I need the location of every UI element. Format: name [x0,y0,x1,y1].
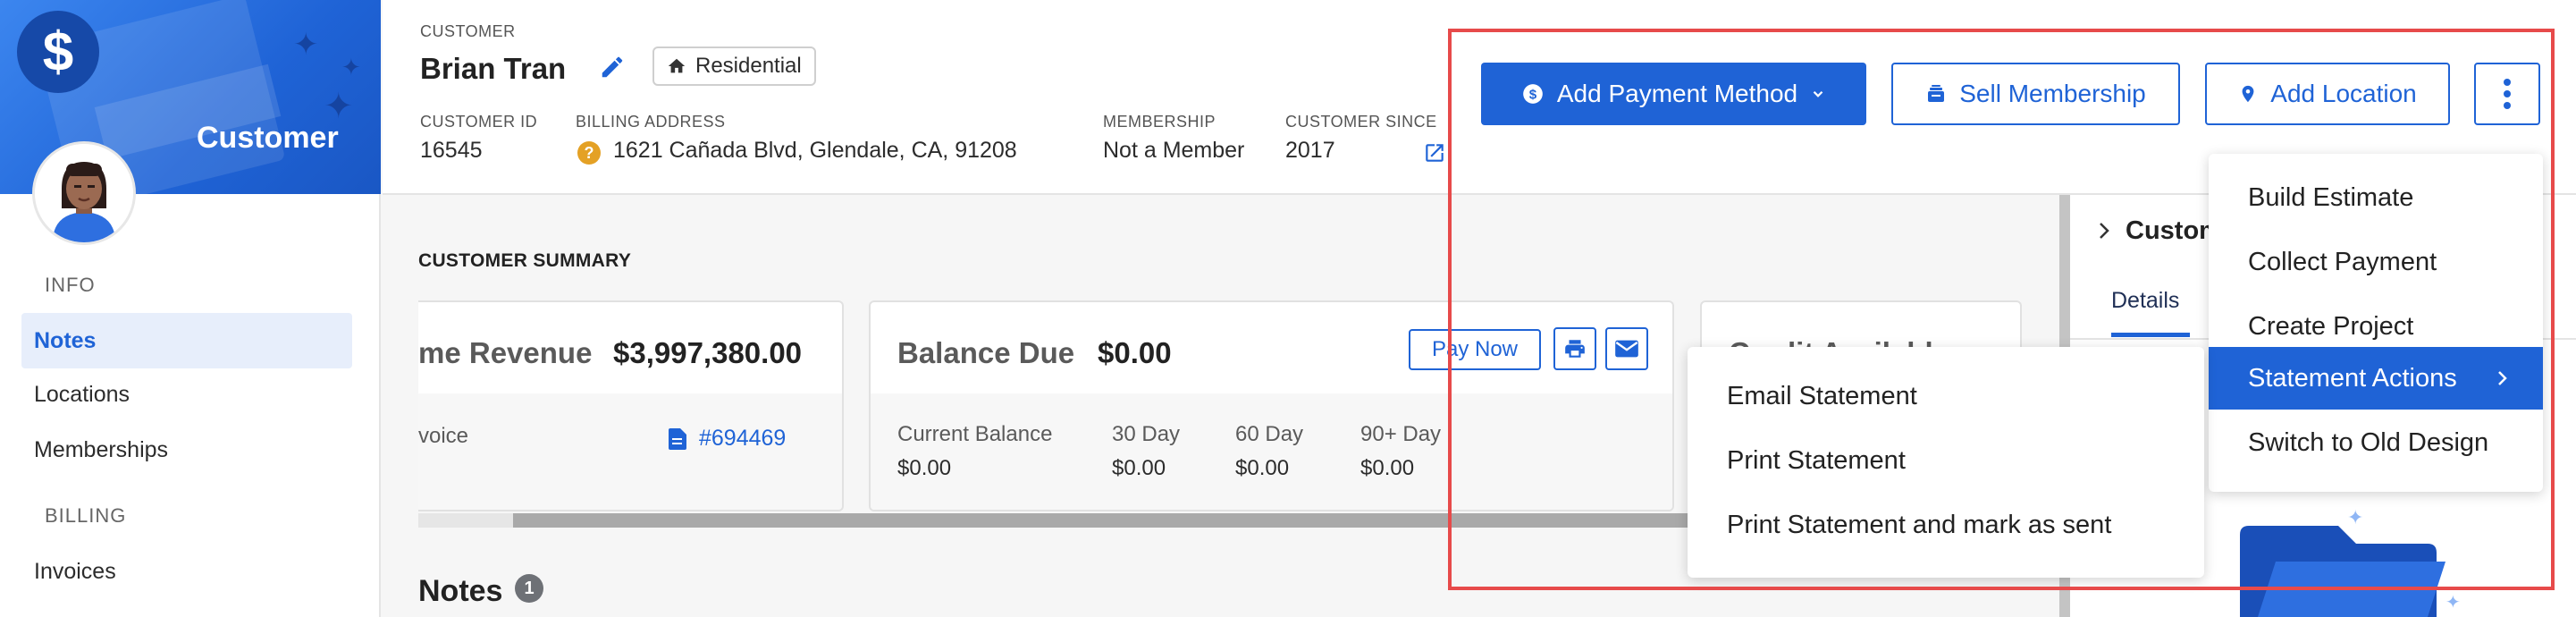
folder-illustration: ✦ ✦ [2240,507,2461,617]
banner-title: Customer [197,121,339,155]
document-icon [669,427,686,450]
customer-since-label: CUSTOMER SINCE [1285,113,1437,131]
menu-item-build-estimate[interactable]: Build Estimate [2209,166,2543,229]
sidebar-item-label: Notes [34,327,97,353]
sidebar-item-locations[interactable]: Locations [21,367,352,422]
membership-label: MEMBERSHIP [1103,113,1216,131]
add-payment-method-label: Add Payment Method [1556,80,1798,107]
sell-membership-button[interactable]: Sell Membership [1891,63,2180,125]
membership-value: Not a Member [1103,138,1245,163]
sparkle-icon: ✦ [341,54,361,80]
print-button[interactable] [1553,327,1596,370]
menu-item-label: Build Estimate [2248,182,2414,212]
svg-text:✦: ✦ [2446,591,2461,613]
invoice-number: #694469 [699,426,787,451]
svg-text:✦: ✦ [2347,507,2363,529]
pay-now-button[interactable]: Pay Now [1409,329,1541,370]
location-pin-icon [2242,85,2254,103]
membership-card-icon [1928,85,1945,102]
menu-item-label: Collect Payment [2248,247,2437,276]
menu-item-email-statement[interactable]: Email Statement [1688,365,2204,427]
chevron-down-icon [1813,90,1823,97]
home-icon [668,58,686,73]
sidebar: $ ✦ ✦ ✦ Customer INFO Notes Locations Me… [0,0,381,617]
add-payment-method-button[interactable]: $ Add Payment Method [1481,63,1866,125]
summary-scrollbar-thumb[interactable] [513,513,1688,528]
90-day-value: $0.00 [1360,456,1415,480]
tab-details[interactable]: Details [2111,288,2179,314]
customer-name: Brian Tran [420,52,567,85]
sidebar-item-label: Memberships [34,436,169,462]
avatar [32,141,136,245]
add-location-button[interactable]: Add Location [2205,63,2450,125]
sidebar-item-invoices[interactable]: Invoices [21,544,352,599]
menu-item-print-statement-mark-sent[interactable]: Print Statement and mark as sent [1688,494,2204,556]
edit-pencil-icon[interactable] [599,54,626,80]
lifetime-revenue-amount: $3,997,380.00 [613,336,803,369]
help-icon[interactable]: ? [577,141,601,165]
menu-item-label: Print Statement [1727,445,1906,475]
invoice-label: voice [418,424,469,448]
panel-title: Custom [2126,216,2222,245]
current-balance-label: Current Balance [897,422,1053,446]
nav-section-billing: BILLING [45,504,127,527]
menu-item-print-statement[interactable]: Print Statement [1688,429,2204,492]
chevron-right-icon [2498,371,2507,385]
billing-address-label: BILLING ADDRESS [576,113,726,131]
balance-due-card: Balance Due $0.00 Pay Now Current Balanc… [869,300,1674,511]
nav-section-info: INFO [45,274,96,296]
customer-label: CUSTOMER [420,22,516,40]
billing-address-value: 1621 Cañada Blvd, Glendale, CA, 91208 [613,138,1017,163]
menu-item-label: Print Statement and mark as sent [1727,510,2112,539]
more-options-menu: Build Estimate Collect Payment Create Pr… [2209,154,2543,492]
sidebar-item-memberships[interactable]: Memberships [21,422,352,478]
more-options-button[interactable] [2474,63,2540,125]
envelope-icon [1615,340,1638,358]
30-day-label: 30 Day [1112,422,1181,446]
customer-since-value: 2017 [1285,138,1335,163]
customer-id-label: CUSTOMER ID [420,113,538,131]
balance-due-amount: $0.00 [1098,336,1172,369]
notes-title: Notes [418,574,503,608]
menu-item-label: Email Statement [1727,381,1917,410]
statement-actions-submenu: Email Statement Print Statement Print St… [1688,347,2204,578]
add-location-label: Add Location [2270,80,2417,107]
dollar-icon: $ [17,11,99,93]
vertical-dots-icon [2504,79,2511,109]
email-button[interactable] [1605,327,1648,370]
sidebar-item-label: Invoices [34,558,116,584]
30-day-value: $0.00 [1112,456,1166,480]
printer-icon [1565,340,1585,358]
menu-item-statement-actions[interactable]: Statement Actions [2209,347,2543,410]
60-day-value: $0.00 [1235,456,1290,480]
menu-item-switch-to-old-design[interactable]: Switch to Old Design [2209,411,2543,474]
current-balance-value: $0.00 [897,456,952,480]
menu-item-label: Switch to Old Design [2248,427,2489,457]
invoice-link[interactable]: #694469 [669,426,786,452]
notes-count-badge: 1 [515,574,543,603]
menu-item-label: Statement Actions [2248,363,2457,393]
external-link-icon[interactable] [1423,141,1446,165]
residential-tag-label: Residential [695,54,802,78]
sidebar-item-notes[interactable]: Notes [21,313,352,368]
dollar-circle-icon: $ [1523,84,1543,104]
sidebar-item-label: Locations [34,381,130,407]
svg-text:$: $ [1529,87,1537,102]
60-day-label: 60 Day [1235,422,1304,446]
90-day-label: 90+ Day [1360,422,1442,446]
lifetime-revenue-card: me Revenue $3,997,380.00 voice #694469 [418,300,844,511]
residential-tag: Residential [652,46,816,86]
sell-membership-label: Sell Membership [1959,80,2146,107]
menu-item-collect-payment[interactable]: Collect Payment [2209,231,2543,293]
lifetime-revenue-title: me Revenue [418,336,593,369]
customer-summary-label: CUSTOMER SUMMARY [418,250,632,271]
menu-item-label: Create Project [2248,311,2414,341]
customer-id-value: 16545 [420,138,483,163]
chevron-right-icon[interactable] [2097,220,2111,241]
balance-due-title: Balance Due [897,336,1075,369]
sparkle-icon: ✦ [293,28,319,62]
tab-details-underline [2111,333,2190,337]
